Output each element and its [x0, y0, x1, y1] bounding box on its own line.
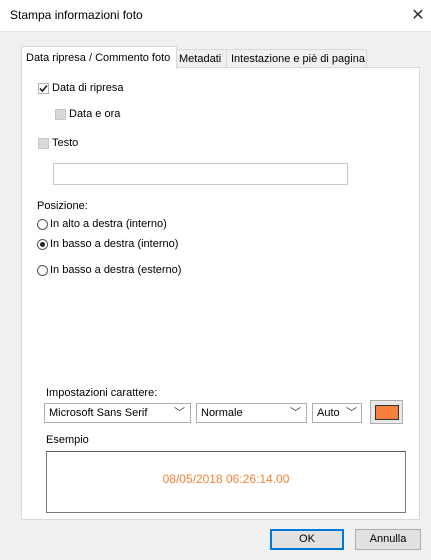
- example-text: 08/05/2018 06:26:14.00: [162, 472, 290, 486]
- color-swatch: [374, 404, 399, 420]
- chevron-down-icon: ﹀: [290, 407, 301, 419]
- data-ripresa-label: Data di ripresa: [52, 82, 124, 94]
- posizione-label: Posizione:: [37, 200, 88, 212]
- ok-button[interactable]: OK: [270, 529, 344, 550]
- testo-label: Testo: [52, 137, 79, 149]
- radio-alto-destra-interno[interactable]: [37, 219, 48, 230]
- window-title: Stampa informazioni foto: [10, 8, 143, 22]
- tab-label: Data ripresa / Commento foto: [26, 52, 171, 64]
- chevron-down-icon: ﹀: [346, 407, 357, 419]
- example-preview: 08/05/2018 06:26:14.00: [46, 451, 406, 513]
- font-settings-label: Impostazioni carattere:: [46, 387, 158, 399]
- radio-alto-destra-interno-label: In alto a destra (interno): [50, 218, 167, 230]
- font-size-value: Auto: [317, 407, 340, 419]
- cancel-button[interactable]: Annulla: [355, 529, 421, 550]
- data-e-ora-label: Data e ora: [69, 108, 121, 120]
- close-icon[interactable]: ✕: [410, 5, 426, 25]
- font-family-select[interactable]: Microsoft Sans Serif ﹀: [44, 403, 191, 423]
- tab-intestazione[interactable]: Intestazione e piè di pagina: [226, 49, 367, 68]
- testo-input[interactable]: [53, 163, 348, 185]
- data-e-ora-checkbox[interactable]: [55, 109, 66, 120]
- check-icon: [39, 84, 48, 93]
- radio-basso-destra-esterno[interactable]: [37, 265, 48, 276]
- color-picker-button[interactable]: [370, 400, 403, 424]
- tab-label: Intestazione e piè di pagina: [231, 53, 365, 65]
- radio-basso-destra-interno[interactable]: [37, 239, 48, 250]
- font-size-select[interactable]: Auto ﹀: [312, 403, 362, 423]
- radio-basso-destra-interno-label: In basso a destra (interno): [50, 238, 179, 250]
- testo-checkbox[interactable]: [38, 138, 49, 149]
- font-family-value: Microsoft Sans Serif: [49, 407, 148, 419]
- example-label: Esempio: [46, 434, 89, 446]
- radio-selected-dot: [40, 242, 45, 247]
- chevron-down-icon: ﹀: [174, 407, 185, 419]
- data-ripresa-checkbox[interactable]: [38, 83, 49, 94]
- tab-metadati[interactable]: Metadati: [174, 49, 229, 68]
- font-style-select[interactable]: Normale ﹀: [196, 403, 307, 423]
- tab-data-ripresa[interactable]: Data ripresa / Commento foto: [21, 46, 177, 69]
- tab-label: Metadati: [179, 53, 222, 65]
- radio-basso-destra-esterno-label: In basso a destra (esterno): [50, 264, 182, 276]
- font-style-value: Normale: [201, 407, 243, 419]
